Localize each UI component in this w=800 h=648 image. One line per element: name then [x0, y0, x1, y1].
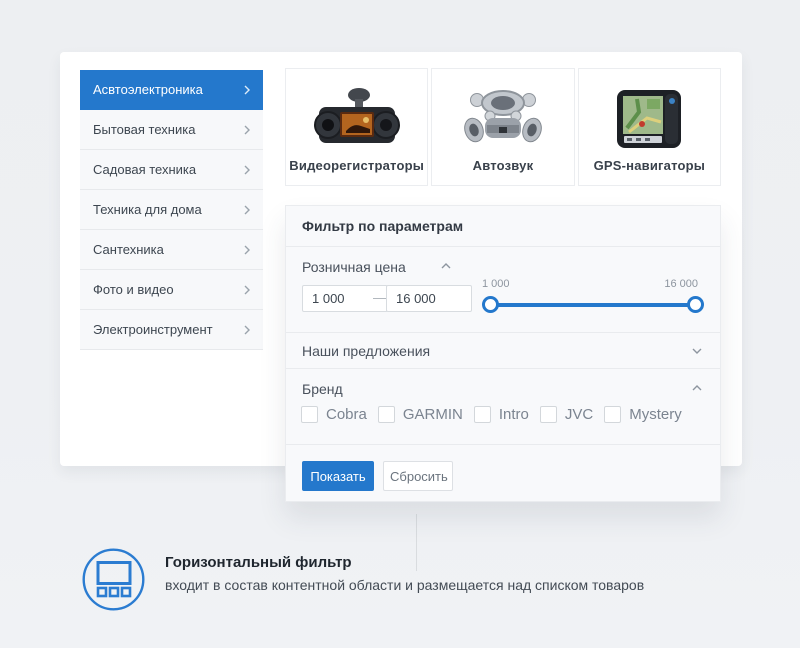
chevron-right-icon	[244, 245, 250, 255]
annotation-title: Горизонтальный фильтр	[165, 554, 352, 571]
sidebar-item-foto-i-video[interactable]: Фото и видео	[80, 270, 263, 310]
sidebar-item-label: Фото и видео	[93, 282, 174, 297]
checkbox-jvc[interactable]	[540, 406, 557, 423]
brand-options: Cobra GARMIN Intro JVC Mystery	[301, 406, 682, 423]
sidebar-item-label: Асвтоэлектроника	[93, 82, 203, 97]
category-card-label: GPS-навигаторы	[579, 158, 720, 173]
sidebar-item-bytovaya-tehnika[interactable]: Бытовая техника	[80, 110, 263, 150]
brand-option-garmin[interactable]: GARMIN	[378, 406, 463, 423]
brand-filter-section: Бренд Cobra GARMIN Intro JVC	[286, 369, 720, 445]
checkbox-cobra[interactable]	[301, 406, 318, 423]
collapse-price-chevron-up-icon[interactable]	[441, 263, 451, 269]
sidebar-item-santehnika[interactable]: Сантехника	[80, 230, 263, 270]
category-sidebar: Асвтоэлектроника Бытовая техника Садовая…	[80, 70, 263, 350]
category-card-car-audio[interactable]: Автозвук	[431, 68, 574, 186]
checkbox-garmin[interactable]	[378, 406, 395, 423]
collapse-brand-chevron-up-icon[interactable]	[692, 385, 702, 391]
brand-option-label: JVC	[565, 406, 593, 423]
category-cards: Видеорегистраторы	[285, 68, 721, 186]
horizontal-filter-layout-icon	[82, 548, 145, 611]
slider-min-label: 1 000	[482, 278, 510, 290]
annotation-connector-line	[416, 514, 417, 571]
brand-option-label: Mystery	[629, 406, 682, 423]
category-card-label: Видеорегистраторы	[286, 158, 427, 173]
sidebar-item-label: Садовая техника	[93, 162, 196, 177]
slider-handle-max[interactable]	[687, 296, 704, 313]
checkbox-mystery[interactable]	[604, 406, 621, 423]
gps-navigator-image	[609, 83, 689, 157]
filter-panel: Фильтр по параметрам Розничная цена — 1 …	[285, 205, 721, 502]
price-max-input[interactable]	[386, 285, 472, 312]
car-audio-image	[461, 83, 545, 157]
slider-handle-min[interactable]	[482, 296, 499, 313]
brand-option-label: Cobra	[326, 406, 367, 423]
sidebar-item-label: Сантехника	[93, 242, 164, 257]
brand-option-mystery[interactable]: Mystery	[604, 406, 682, 423]
brand-option-label: Intro	[499, 406, 529, 423]
price-range-slider	[491, 295, 695, 315]
sidebar-item-sadovaya-tehnika[interactable]: Садовая техника	[80, 150, 263, 190]
brand-option-cobra[interactable]: Cobra	[301, 406, 367, 423]
slider-max-label: 16 000	[664, 278, 698, 290]
chevron-right-icon	[244, 125, 250, 135]
sidebar-item-label: Бытовая техника	[93, 122, 195, 137]
chevron-right-icon	[244, 285, 250, 295]
filter-buttons: Показать Сбросить	[286, 445, 720, 491]
sidebar-item-label: Электроинструмент	[93, 322, 213, 337]
chevron-right-icon	[244, 205, 250, 215]
filter-panel-title: Фильтр по параметрам	[286, 206, 720, 247]
offers-section-label: Наши предложения	[302, 343, 430, 359]
chevron-right-icon	[244, 165, 250, 175]
price-range-separator: —	[373, 290, 386, 305]
expand-offers-chevron-down-icon[interactable]	[692, 348, 702, 354]
brand-option-label: GARMIN	[403, 406, 463, 423]
category-card-gps[interactable]: GPS-навигаторы	[578, 68, 721, 186]
annotation-description: входит в состав контентной области и раз…	[165, 577, 644, 593]
checkbox-intro[interactable]	[474, 406, 491, 423]
chevron-right-icon	[244, 85, 250, 95]
category-card-dashcams[interactable]: Видеорегистраторы	[285, 68, 428, 186]
sidebar-item-avtoelektronika[interactable]: Асвтоэлектроника	[80, 70, 263, 110]
price-filter-section: Розничная цена — 1 000 16 000	[286, 247, 720, 333]
chevron-right-icon	[244, 325, 250, 335]
brand-option-jvc[interactable]: JVC	[540, 406, 593, 423]
show-results-button[interactable]: Показать	[302, 461, 374, 491]
page: Асвтоэлектроника Бытовая техника Садовая…	[0, 0, 800, 648]
brand-option-intro[interactable]: Intro	[474, 406, 529, 423]
category-card-label: Автозвук	[432, 158, 573, 173]
sidebar-item-label: Техника для дома	[93, 202, 202, 217]
brand-section-label: Бренд	[302, 381, 343, 397]
reset-filter-button[interactable]: Сбросить	[383, 461, 453, 491]
sidebar-item-elektroinstrument[interactable]: Электроинструмент	[80, 310, 263, 350]
dashcam-image	[309, 83, 405, 157]
offers-filter-section[interactable]: Наши предложения	[286, 333, 720, 369]
slider-track[interactable]	[491, 303, 695, 307]
price-section-label: Розничная цена	[302, 259, 406, 275]
sidebar-item-tehnika-dlya-doma[interactable]: Техника для дома	[80, 190, 263, 230]
